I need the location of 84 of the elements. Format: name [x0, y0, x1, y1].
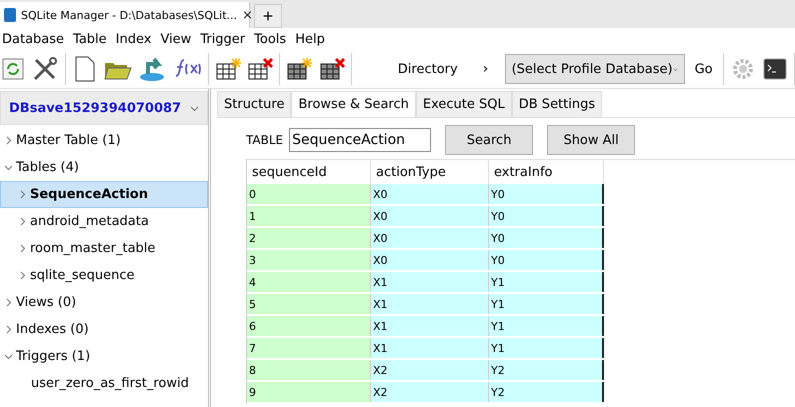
table-cell: 7 [247, 338, 371, 358]
tree-item[interactable]: room_master_table [0, 235, 208, 262]
table-cell: 8 [247, 360, 371, 380]
tab[interactable]: Execute SQL [416, 91, 512, 117]
table-cell: X1 [371, 338, 489, 358]
table-cell: Y0 [489, 228, 604, 248]
table-cell: Y1 [489, 338, 604, 358]
menu-item[interactable]: Help [293, 32, 332, 46]
chevron-right-icon [18, 190, 27, 199]
chevron-right-icon [4, 298, 13, 307]
tree-item[interactable]: Triggers (1) [0, 343, 208, 370]
tools-icon [32, 56, 58, 82]
table-cell: X2 [371, 360, 489, 380]
menu-item[interactable]: View [158, 32, 198, 46]
go-button[interactable]: Go [690, 62, 717, 76]
table-cell: X0 [371, 184, 489, 204]
table-cell: Y1 [489, 272, 604, 292]
tree-item[interactable]: Views (0) [0, 289, 208, 316]
menu-item[interactable]: Tools [252, 32, 294, 46]
table-cell: Y2 [489, 382, 604, 402]
table-cell: 2 [247, 228, 371, 248]
menu-item[interactable]: Database [0, 32, 72, 46]
menu-item[interactable]: Table [71, 32, 114, 46]
terminal-icon [762, 58, 787, 80]
table-label: TABLE [246, 133, 284, 147]
chevron-right-icon [18, 244, 27, 253]
table-cell: 6 [247, 316, 371, 336]
table-cell: 3 [247, 250, 371, 270]
table-cell: 0 [247, 184, 371, 204]
chevron-right-icon [18, 271, 27, 280]
menu-item[interactable]: Index [114, 32, 158, 46]
table-cell: Y0 [489, 206, 604, 226]
table-cell: X0 [371, 206, 489, 226]
chevron-right-icon [4, 136, 13, 145]
table-add-icon [214, 57, 241, 81]
close-button[interactable]: × [242, 8, 253, 22]
new-file-icon [74, 56, 96, 82]
table-cell: Y1 [489, 316, 604, 336]
profile-dropdown[interactable]: (Select Profile Database) [504, 54, 685, 84]
chevron-right-icon [4, 325, 13, 334]
menu-item[interactable]: Trigger [198, 32, 252, 46]
table-cell: X1 [371, 294, 489, 314]
window-title: SQLite Manager - D:\Databases\SQLit... [21, 8, 238, 22]
table-name-field[interactable]: SequenceAction [289, 128, 432, 152]
tree-item[interactable]: Tables (4) [0, 154, 208, 181]
table-delete-icon [247, 57, 274, 81]
chevron-down-icon [190, 104, 199, 112]
import-icon [138, 56, 166, 82]
settings-icon [732, 58, 754, 80]
directory-label: Directory [398, 62, 459, 76]
index-delete-icon [318, 57, 345, 81]
table-cell: X0 [371, 228, 489, 248]
chevron-down-icon [4, 352, 13, 361]
table-cell: Y2 [489, 360, 604, 380]
table-cell: 9 [247, 382, 371, 402]
table-cell: 1 [247, 206, 371, 226]
show-all-button[interactable]: Show All [547, 125, 636, 155]
table-cell: Y0 [489, 250, 604, 270]
tab[interactable]: DB Settings [512, 91, 602, 117]
table-cell: Y0 [489, 184, 604, 204]
chevron-right-icon [18, 217, 27, 226]
table-cell: 4 [247, 272, 371, 292]
new-tab-button[interactable]: + [254, 4, 282, 28]
tree-item[interactable]: sqlite_sequence [0, 262, 208, 289]
chevron-down-icon [4, 163, 13, 172]
table-cell: X2 [371, 382, 489, 402]
index-add-icon [286, 57, 312, 81]
tree-item[interactable]: Master Table (1) [0, 127, 208, 154]
table-cell: X1 [371, 272, 489, 292]
window-tab[interactable]: SQLite Manager - D:\Databases\SQLit... × [0, 2, 250, 28]
tree-item[interactable]: user_zero_as_first_rowid [0, 370, 208, 397]
table-cell: Y1 [489, 294, 604, 314]
table-cell: 5 [247, 294, 371, 314]
tab[interactable]: Browse & Search [291, 91, 416, 117]
search-button[interactable]: Search [445, 125, 534, 155]
tree-item[interactable]: SequenceAction [0, 181, 208, 208]
tree-item[interactable]: android_metadata [0, 208, 208, 235]
database-dropdown[interactable]: DBsave1529394070087 [0, 91, 208, 125]
tree-item[interactable]: Indexes (0) [0, 316, 208, 343]
table-cell: X0 [371, 250, 489, 270]
refresh-icon [2, 58, 24, 80]
tab[interactable]: Structure [217, 91, 292, 117]
directory-arrow[interactable]: › [482, 61, 499, 77]
table-cell: X1 [371, 316, 489, 336]
